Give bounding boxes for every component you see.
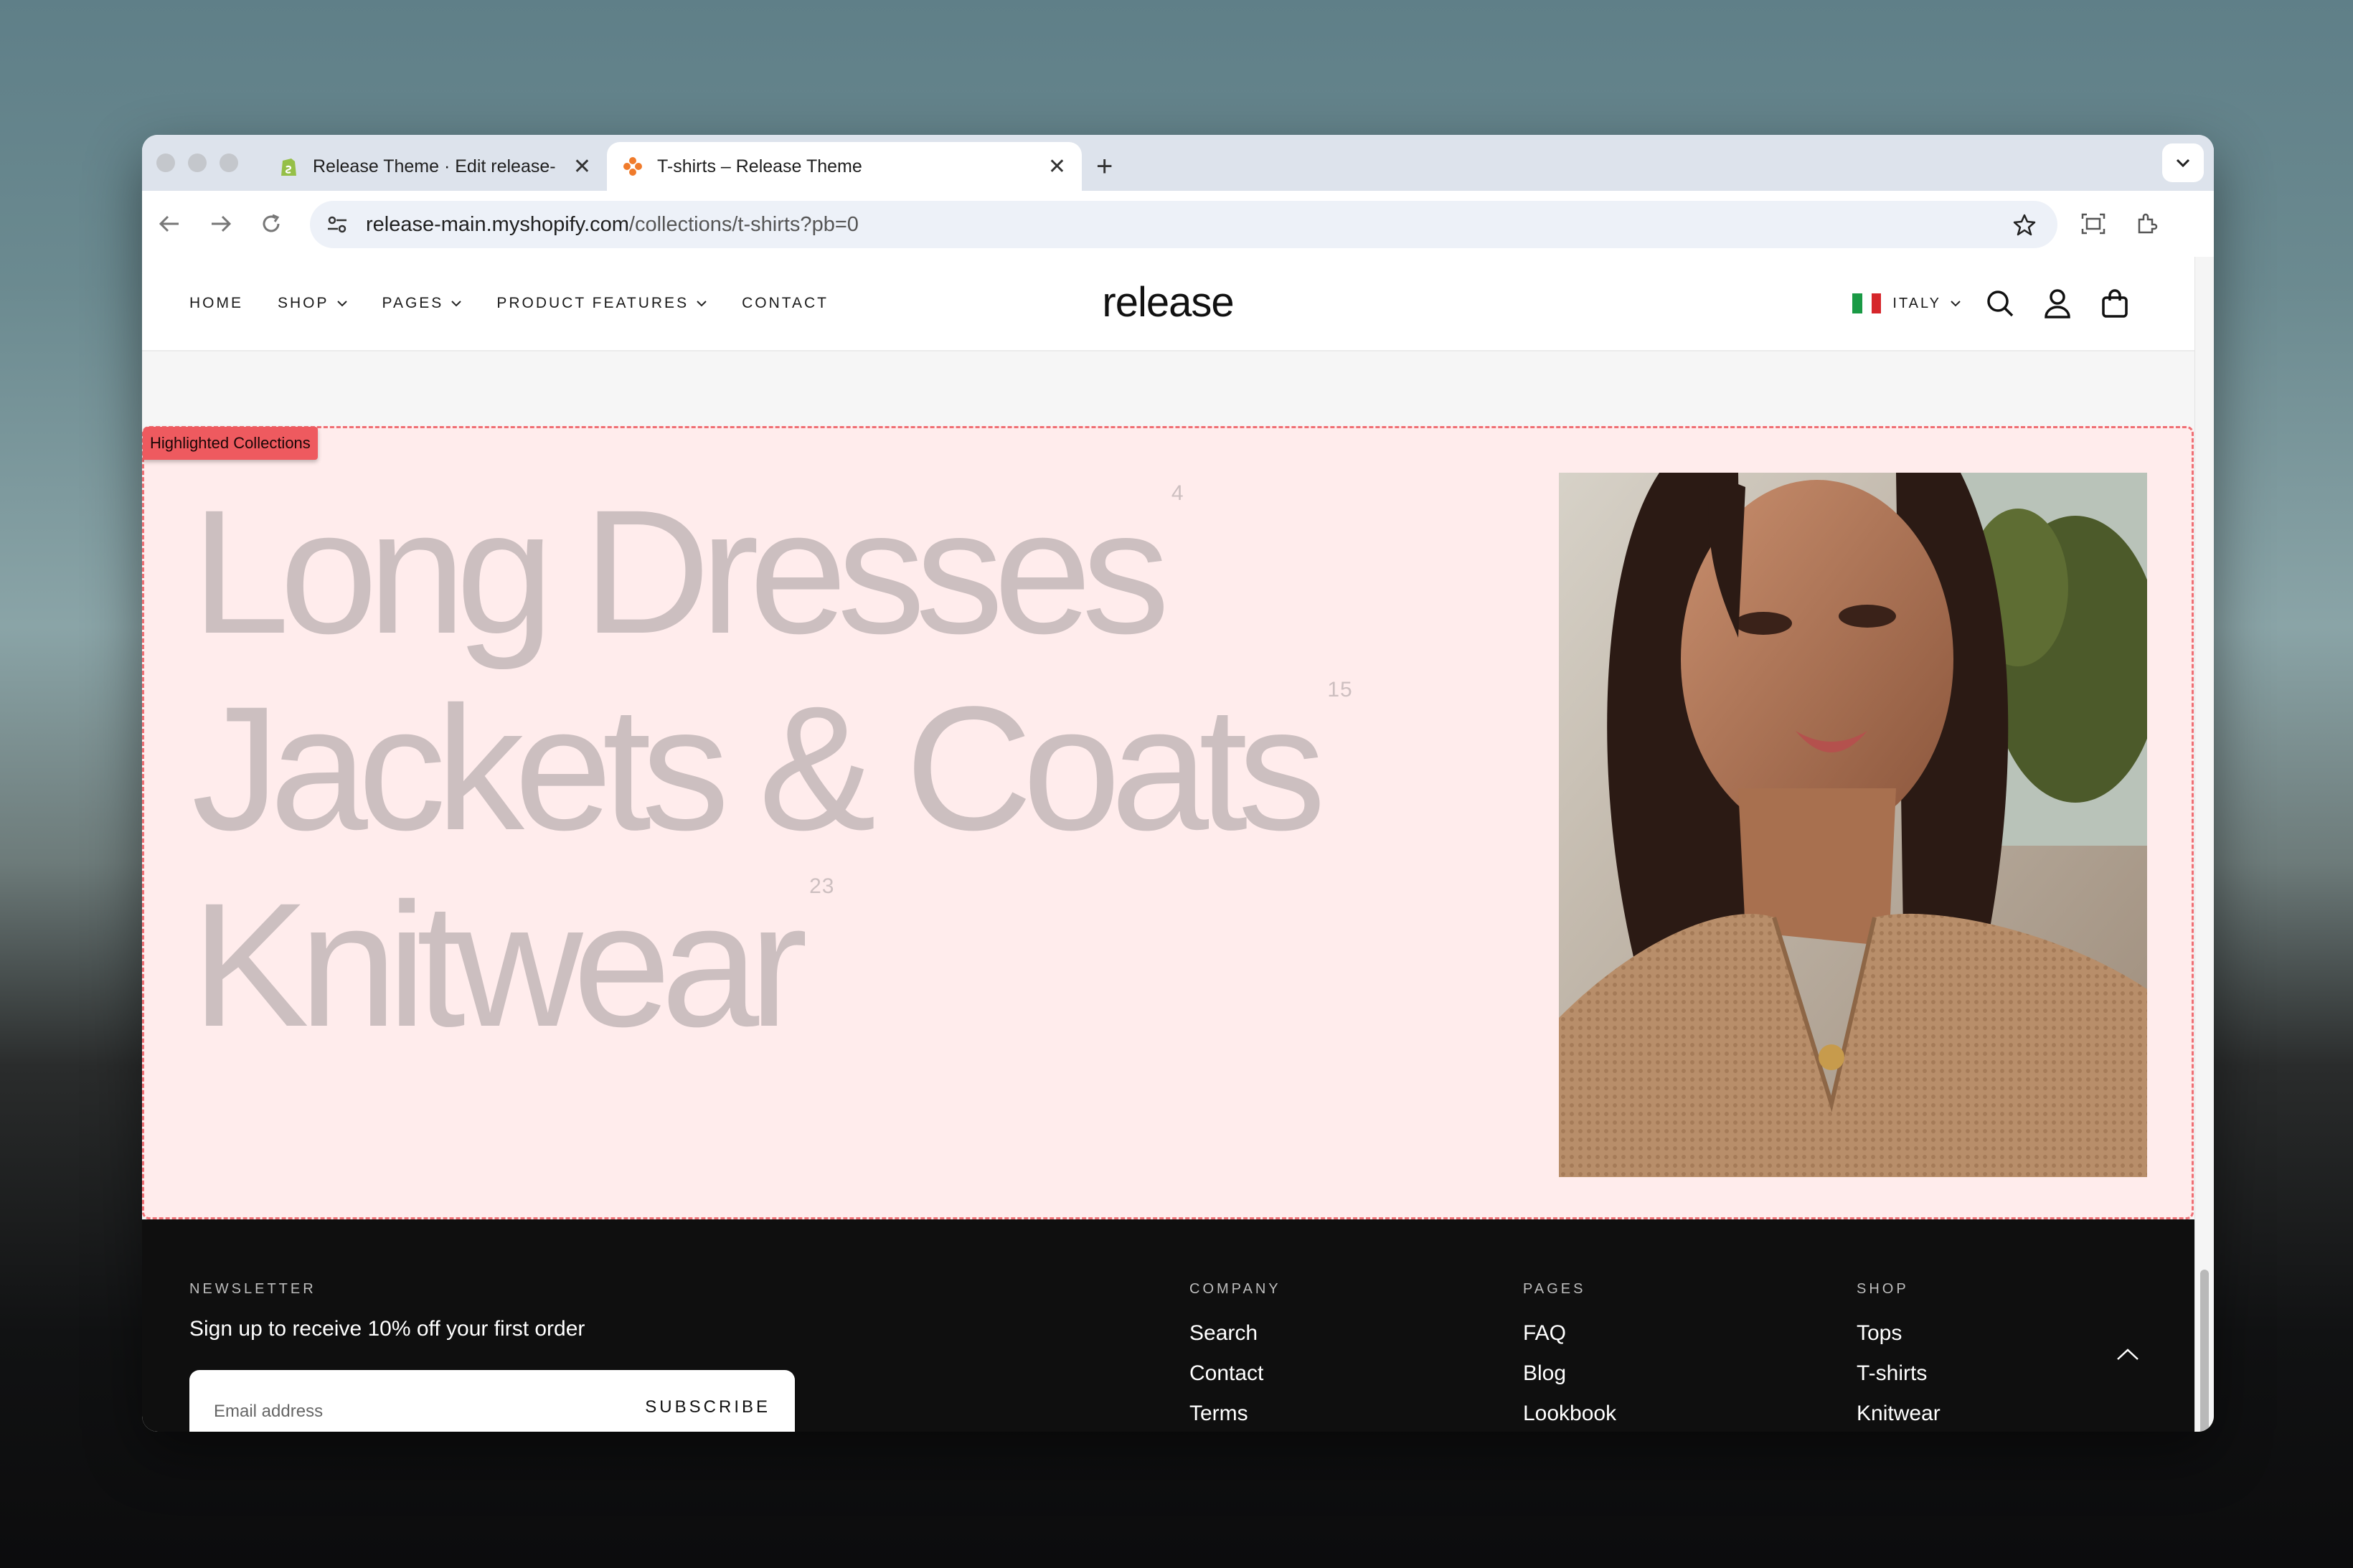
url-domain: release-main.myshopify.com: [366, 212, 629, 236]
nav-label: HOME: [189, 295, 243, 311]
footer-link[interactable]: Blog: [1523, 1361, 1616, 1386]
footer-link[interactable]: Search: [1189, 1321, 1263, 1346]
footer-col-label-pages: PAGES: [1523, 1281, 1586, 1297]
reload-icon: [263, 214, 280, 232]
collection-name: Knitwear: [192, 866, 808, 1064]
scrollbar-thumb[interactable]: [2200, 1270, 2209, 1432]
collection-link-long-dresses[interactable]: Long Dresses 4: [192, 473, 1184, 671]
footer-links-company: Search Contact Terms: [1189, 1321, 1263, 1432]
collection-count: 4: [1171, 481, 1184, 505]
bookmark-star-icon[interactable]: [2009, 209, 2040, 240]
tab-title: Release Theme · Edit release-: [313, 156, 556, 176]
header-actions: ITALY: [1852, 257, 2133, 350]
collection-count: 15: [1327, 678, 1353, 702]
browser-toolbar: release-main.myshopify.com/collections/t…: [142, 191, 2214, 258]
tab-release-theme-editor[interactable]: Release Theme · Edit release- ✕: [263, 142, 607, 191]
back-to-top-button[interactable]: [2112, 1340, 2144, 1369]
footer-link[interactable]: T-shirts: [1857, 1361, 1941, 1386]
address-bar[interactable]: release-main.myshopify.com/collections/t…: [310, 201, 2057, 248]
footer-col-label-shop: SHOP: [1857, 1281, 1909, 1297]
chevron-up-icon: [2117, 1349, 2139, 1360]
url-path: /collections/t-shirts?pb=0: [628, 212, 859, 236]
footer-links-shop: Tops T-shirts Knitwear: [1857, 1321, 1941, 1432]
nav-product-features[interactable]: PRODUCT FEATURES: [496, 295, 707, 312]
minimize-window-button[interactable]: [188, 154, 207, 172]
back-button[interactable]: [152, 207, 187, 241]
browser-window: Release Theme · Edit release- ✕ T-shirts…: [142, 135, 2214, 1432]
nav-label: PRODUCT FEATURES: [496, 295, 689, 311]
collection-count: 23: [809, 874, 835, 898]
chevron-down-icon: [336, 301, 347, 307]
chevron-down-icon: [451, 301, 462, 307]
chevron-down-icon: [697, 301, 707, 307]
highlighted-collections-section: Highlighted Collections Long Dresses 4 J…: [142, 426, 2194, 1219]
footer-col-label-company: COMPANY: [1189, 1281, 1281, 1297]
close-tab-icon[interactable]: ✕: [1048, 154, 1066, 179]
nav-home[interactable]: HOME: [189, 295, 243, 312]
shopify-icon: [278, 156, 298, 176]
close-window-button[interactable]: [156, 154, 175, 172]
page-scrollbar[interactable]: [2194, 257, 2214, 1432]
arrow-right-icon: [212, 215, 232, 232]
footer-link[interactable]: Contact: [1189, 1361, 1263, 1386]
reload-button[interactable]: [254, 207, 288, 241]
footer-link[interactable]: Knitwear: [1857, 1402, 1941, 1426]
collection-name: Long Dresses: [192, 473, 1170, 671]
tab-strip: Release Theme · Edit release- ✕ T-shirts…: [142, 135, 2214, 191]
nav-label: PAGES: [382, 295, 444, 311]
site-settings-icon[interactable]: [321, 209, 353, 240]
footer-link[interactable]: FAQ: [1523, 1321, 1616, 1346]
email-input[interactable]: Email address: [214, 1402, 323, 1422]
nav-pages[interactable]: PAGES: [382, 295, 463, 312]
country-selector[interactable]: ITALY: [1892, 296, 1941, 312]
close-tab-icon[interactable]: ✕: [573, 154, 591, 179]
chevron-down-icon: [1951, 301, 1961, 307]
tab-t-shirts[interactable]: T-shirts – Release Theme ✕: [607, 142, 1082, 191]
web-page: HOME SHOP PAGES PRODUCT FEATURES CONTACT…: [142, 257, 2195, 1432]
screenshot-icon[interactable]: [2076, 207, 2111, 241]
account-icon[interactable]: [2039, 285, 2076, 322]
section-tag: Highlighted Collections: [143, 427, 318, 460]
site-logo[interactable]: release: [1093, 278, 1243, 326]
main-nav: HOME SHOP PAGES PRODUCT FEATURES CONTACT: [189, 257, 829, 350]
newsletter-label: NEWSLETTER: [189, 1281, 316, 1297]
cart-icon[interactable]: [2096, 285, 2133, 322]
search-icon[interactable]: [1981, 285, 2019, 322]
url-text: release-main.myshopify.com/collections/t…: [366, 213, 859, 237]
collection-link-jackets-coats[interactable]: Jackets & Coats 15: [192, 670, 1353, 867]
newsletter-form: Email address SUBSCRIBE: [189, 1370, 795, 1432]
extensions-icon[interactable]: [2129, 207, 2164, 241]
forward-button[interactable]: [204, 207, 238, 241]
window-controls: [156, 154, 238, 172]
newsletter-text: Sign up to receive 10% off your first or…: [189, 1317, 585, 1341]
collection-image[interactable]: [1559, 473, 2147, 1177]
tab-search-button[interactable]: [2162, 143, 2204, 182]
chevron-down-icon: [2176, 159, 2190, 168]
zoom-window-button[interactable]: [220, 154, 238, 172]
footer-links-pages: FAQ Blog Lookbook: [1523, 1321, 1616, 1432]
collection-name: Jackets & Coats: [192, 670, 1326, 867]
subscribe-button[interactable]: SUBSCRIBE: [645, 1397, 770, 1417]
site-footer: NEWSLETTER Sign up to receive 10% off yo…: [142, 1219, 2195, 1432]
footer-link[interactable]: Tops: [1857, 1321, 1941, 1346]
footer-link[interactable]: Terms: [1189, 1402, 1263, 1426]
nav-shop[interactable]: SHOP: [278, 295, 348, 312]
nav-label: CONTACT: [742, 295, 829, 311]
site-header: HOME SHOP PAGES PRODUCT FEATURES CONTACT…: [142, 257, 2195, 351]
italy-flag-icon: [1852, 293, 1882, 313]
footer-link[interactable]: Lookbook: [1523, 1402, 1616, 1426]
new-tab-button[interactable]: +: [1096, 146, 1113, 186]
collection-link-knitwear[interactable]: Knitwear 23: [192, 866, 835, 1064]
release-theme-icon: [623, 156, 643, 176]
tab-title: T-shirts – Release Theme: [657, 156, 862, 176]
nav-label: SHOP: [278, 295, 329, 311]
arrow-left-icon: [159, 215, 179, 232]
nav-contact[interactable]: CONTACT: [742, 295, 829, 312]
